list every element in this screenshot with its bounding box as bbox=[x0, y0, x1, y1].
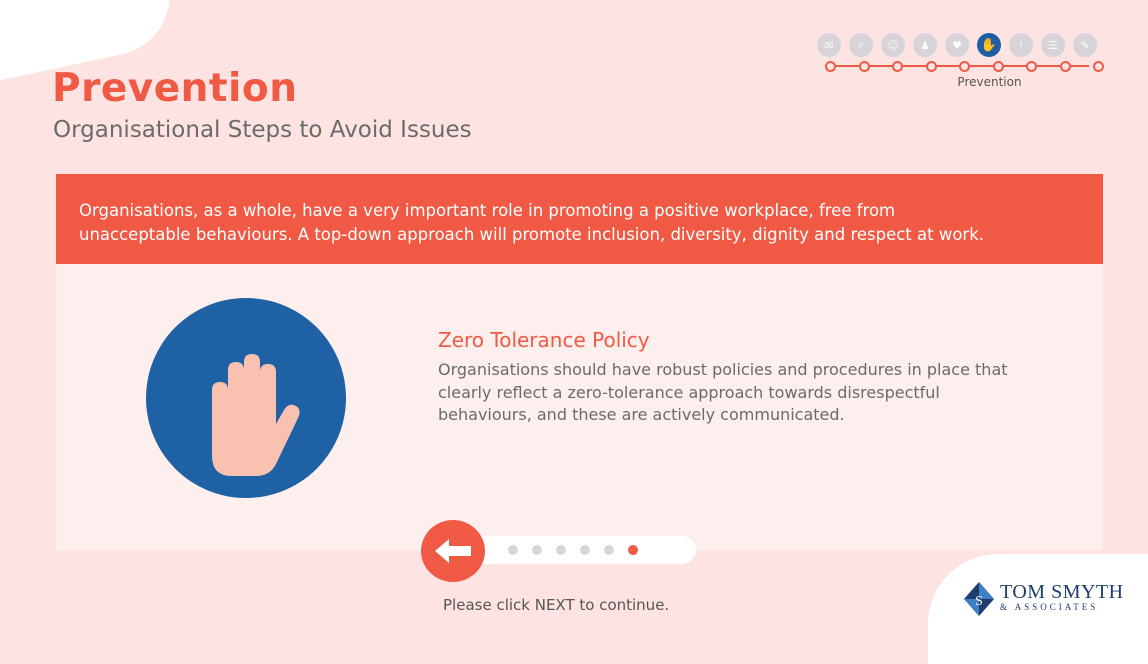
document-icon[interactable]: ✎ bbox=[1073, 33, 1097, 57]
pager-dot[interactable] bbox=[628, 545, 638, 555]
content-card: Zero Tolerance Policy Organisations shou… bbox=[56, 264, 1103, 550]
page-subtitle: Organisational Steps to Avoid Issues bbox=[53, 117, 472, 143]
person-icon[interactable]: ♟ bbox=[913, 33, 937, 57]
logo-line-1: TOM SMYTH bbox=[1000, 581, 1124, 603]
pager-dot[interactable] bbox=[532, 545, 542, 555]
tracker-step-dot[interactable] bbox=[1026, 61, 1037, 72]
tracker-step-dot[interactable] bbox=[892, 61, 903, 72]
pager-dot[interactable] bbox=[556, 545, 566, 555]
card-heading: Zero Tolerance Policy bbox=[438, 328, 650, 352]
tracker-dots bbox=[825, 61, 1104, 72]
logo-line-2: & ASSOCIATES bbox=[1000, 602, 1099, 612]
pager-dots bbox=[508, 545, 638, 555]
tracker-current-label: Prevention bbox=[957, 75, 1022, 89]
pager-dot[interactable] bbox=[508, 545, 518, 555]
people-icon[interactable]: ☺ bbox=[881, 33, 905, 57]
progress-tracker: ✉ ⌕ ☺ ♟ ♥ ✋! ☰ ✎ Prevention bbox=[814, 32, 1104, 94]
tracker-step-dot[interactable] bbox=[925, 61, 937, 72]
stop-hand-icon bbox=[146, 298, 346, 498]
back-button[interactable] bbox=[421, 520, 485, 582]
tracker-icons: ✉ ⌕ ☺ ♟ ♥ ✋! ☰ ✎ bbox=[817, 33, 1097, 57]
page-title: Prevention bbox=[52, 66, 298, 111]
search-icon[interactable]: ⌕ bbox=[849, 33, 873, 57]
pager-dot[interactable] bbox=[580, 545, 590, 555]
hand-heart-icon[interactable]: ♥ bbox=[945, 33, 969, 57]
svg-text:S: S bbox=[975, 594, 983, 609]
banner-line-1: Organisations, as a whole, have a very i… bbox=[79, 201, 896, 220]
tracker-step-dot[interactable] bbox=[858, 61, 870, 72]
banner-line-2: unacceptable behaviours. A top-down appr… bbox=[79, 225, 985, 244]
card-body: Organisations should have robust policie… bbox=[438, 360, 1008, 424]
stop-hand-icon[interactable]: ✋ bbox=[977, 33, 1001, 57]
intro-banner: Organisations, as a whole, have a very i… bbox=[56, 174, 1103, 264]
tracker-step-dot[interactable] bbox=[825, 61, 836, 72]
slide-pager bbox=[470, 536, 696, 564]
continue-instruction: Please click NEXT to continue. bbox=[443, 596, 670, 614]
company-logo: S TOM SMYTH & ASSOCIATES bbox=[962, 580, 1142, 620]
logo-mark-icon: S bbox=[964, 582, 994, 616]
tracker-step-dot[interactable] bbox=[959, 61, 970, 72]
arrow-left-icon bbox=[435, 539, 471, 563]
tracker-step-dot[interactable] bbox=[1093, 61, 1104, 72]
chat-icon[interactable]: ✉ bbox=[817, 33, 841, 57]
tracker-step-dot[interactable] bbox=[992, 61, 1004, 72]
alert-icon[interactable]: ! bbox=[1009, 33, 1033, 57]
pager-dot[interactable] bbox=[604, 545, 614, 555]
tracker-step-dot[interactable] bbox=[1059, 61, 1071, 72]
list-icon[interactable]: ☰ bbox=[1041, 33, 1065, 57]
